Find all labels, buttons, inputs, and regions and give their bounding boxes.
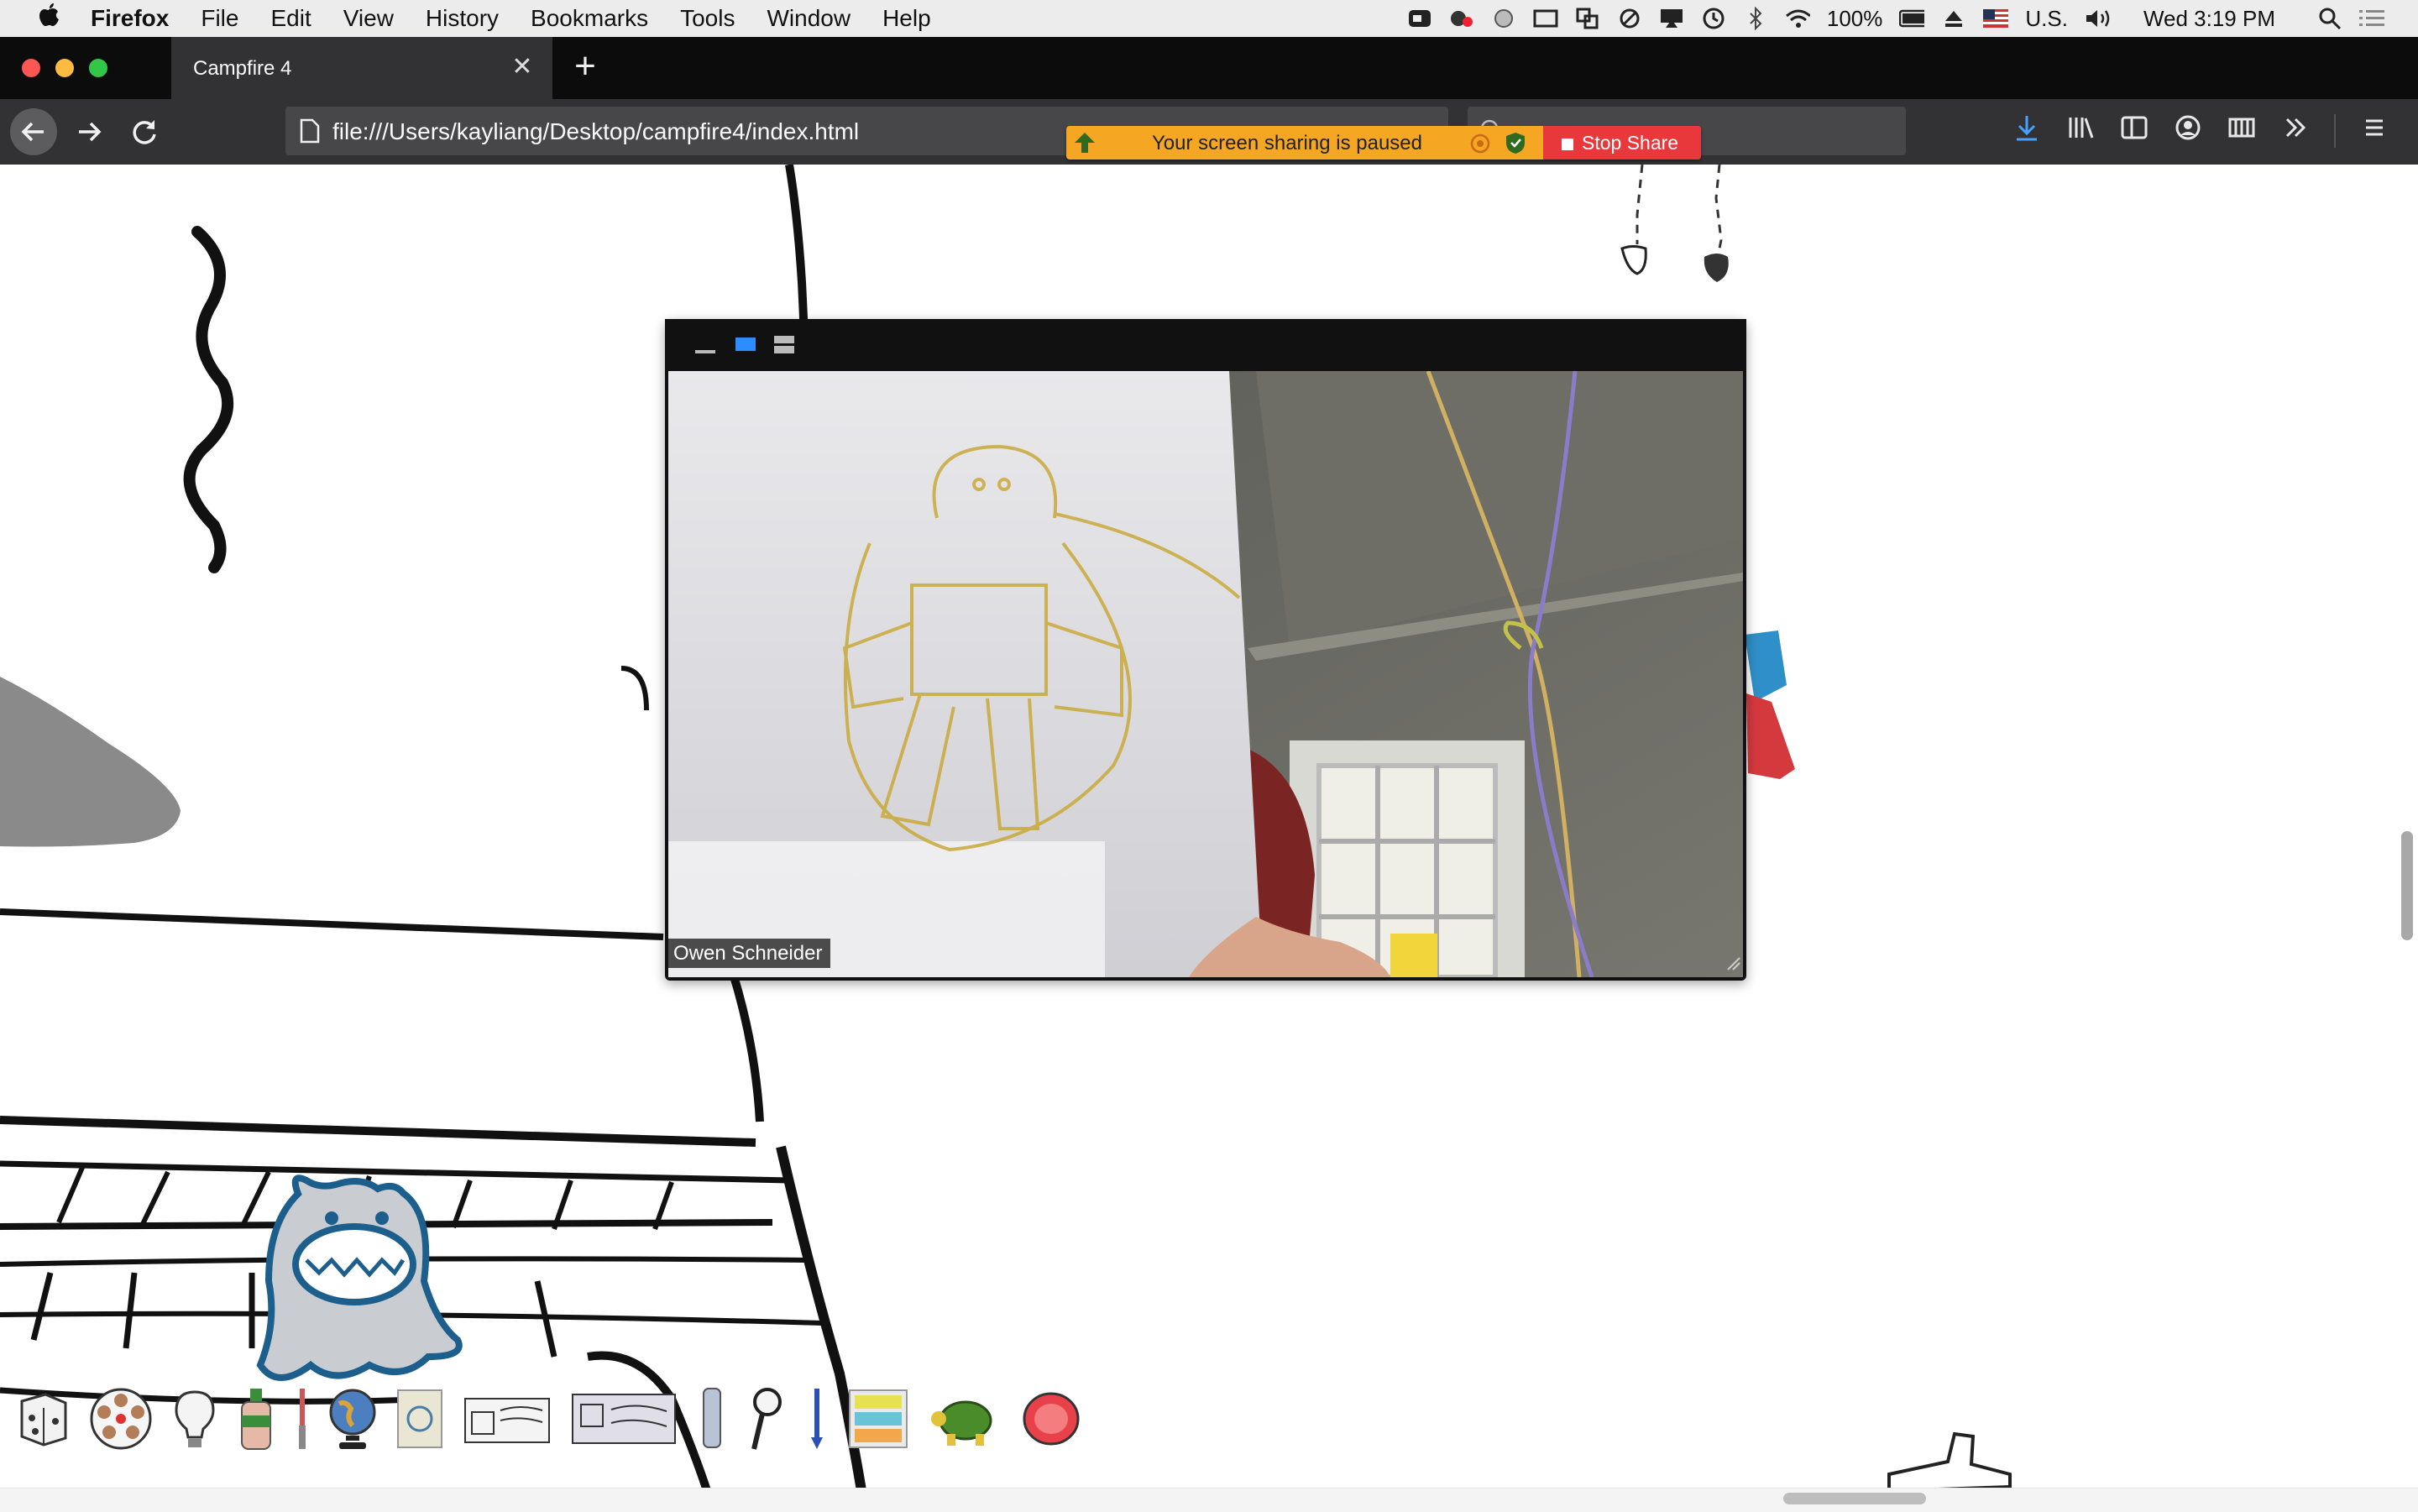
input-source-label[interactable]: U.S. bbox=[2025, 6, 2068, 32]
zoom-window-button[interactable] bbox=[89, 59, 107, 77]
time-machine-icon[interactable] bbox=[1701, 6, 1726, 31]
tube-icon[interactable] bbox=[695, 1387, 729, 1451]
photo-wheel-icon[interactable] bbox=[87, 1387, 154, 1451]
security-shield-icon bbox=[1505, 131, 1526, 159]
menu-history[interactable]: History bbox=[426, 5, 499, 32]
extensions-grid-icon[interactable] bbox=[2227, 112, 2257, 150]
reload-button[interactable] bbox=[121, 108, 168, 155]
participant-video bbox=[668, 371, 1743, 977]
bluetooth-icon[interactable] bbox=[1743, 6, 1768, 31]
toolbar-divider bbox=[2334, 114, 2336, 148]
object-tray bbox=[0, 1377, 1241, 1461]
gallery-view-icon[interactable] bbox=[774, 336, 796, 360]
zoom-video-icon[interactable] bbox=[1407, 6, 1432, 31]
pen-icon[interactable] bbox=[804, 1387, 830, 1451]
macos-menu-bar: Firefox File Edit View History Bookmarks… bbox=[0, 0, 2418, 37]
drag-handle-icon[interactable] bbox=[1075, 131, 1096, 159]
dice-icon[interactable] bbox=[15, 1387, 71, 1451]
wifi-icon[interactable] bbox=[1785, 6, 1810, 31]
spotlight-search-icon[interactable] bbox=[2317, 6, 2342, 31]
soccer-ball-icon[interactable] bbox=[1491, 6, 1516, 31]
tab-campfire[interactable]: Campfire 4 ✕ bbox=[171, 37, 552, 99]
menu-bookmarks[interactable]: Bookmarks bbox=[531, 5, 648, 32]
magnifier-icon[interactable] bbox=[746, 1387, 788, 1451]
overflow-chevron-icon[interactable] bbox=[2280, 112, 2311, 150]
account-icon[interactable] bbox=[2173, 112, 2203, 150]
menu-file[interactable]: File bbox=[201, 5, 238, 32]
new-tab-button[interactable]: + bbox=[564, 45, 606, 87]
minimize-video-icon[interactable] bbox=[695, 344, 717, 359]
horizontal-scrollbar[interactable] bbox=[1783, 1493, 1926, 1504]
forward-button[interactable] bbox=[65, 108, 113, 155]
fruit-icon[interactable] bbox=[1019, 1387, 1083, 1451]
us-flag-icon bbox=[1983, 6, 2009, 31]
video-window-header[interactable] bbox=[665, 319, 1746, 369]
library-icon[interactable] bbox=[2065, 112, 2096, 150]
browser-tab-strip: Campfire 4 ✕ + bbox=[0, 37, 2418, 99]
notification-center-icon[interactable] bbox=[2359, 6, 2384, 31]
url-text: file:///Users/kayliang/Desktop/campfire4… bbox=[332, 118, 860, 144]
bottle-icon[interactable] bbox=[235, 1387, 277, 1451]
stop-share-button[interactable]: Stop Share bbox=[1543, 126, 1701, 160]
volume-icon[interactable] bbox=[2085, 6, 2110, 31]
sticky-notes-icon[interactable] bbox=[846, 1387, 910, 1451]
turtle-icon[interactable] bbox=[927, 1387, 1002, 1451]
video-feed-image bbox=[668, 371, 1743, 977]
do-not-disturb-icon[interactable] bbox=[1617, 6, 1642, 31]
participant-name: Owen Schneider bbox=[665, 939, 831, 968]
resize-handle-icon[interactable] bbox=[1725, 955, 1741, 976]
hamburger-menu-icon[interactable] bbox=[2359, 112, 2389, 150]
globe-icon[interactable] bbox=[327, 1387, 378, 1451]
sidebar-icon[interactable] bbox=[2119, 112, 2149, 150]
close-window-button[interactable] bbox=[22, 59, 40, 77]
apple-menu-icon[interactable] bbox=[32, 2, 65, 35]
stop-share-label: Stop Share bbox=[1582, 132, 1679, 154]
participant-name-tag: Owen Schneider bbox=[665, 939, 831, 968]
menu-edit[interactable]: Edit bbox=[270, 5, 311, 32]
recording-status-icon bbox=[1469, 133, 1491, 159]
horizontal-scroll-track bbox=[0, 1488, 2418, 1512]
tab-title: Campfire 4 bbox=[193, 57, 292, 80]
menu-window[interactable]: Window bbox=[767, 5, 850, 32]
downloads-icon[interactable] bbox=[2012, 112, 2042, 150]
app-menu[interactable]: Firefox bbox=[91, 5, 169, 32]
tab-close-icon[interactable]: ✕ bbox=[505, 50, 539, 84]
share-paused-message: Your screen sharing is paused bbox=[1152, 132, 1422, 154]
status-menus: 100% U.S. Wed 3:19 PM bbox=[1407, 0, 2418, 37]
menubar-clock[interactable]: Wed 3:19 PM bbox=[2143, 6, 2275, 32]
minimize-window-button[interactable] bbox=[55, 59, 74, 77]
battery-percent: 100% bbox=[1826, 5, 1883, 31]
menu-tools[interactable]: Tools bbox=[680, 5, 735, 32]
screens-icon[interactable] bbox=[1575, 6, 1600, 31]
passport-icon[interactable] bbox=[395, 1387, 445, 1451]
single-view-icon[interactable] bbox=[735, 337, 757, 358]
vertical-scrollbar[interactable] bbox=[2401, 831, 2413, 940]
battery-icon[interactable] bbox=[1899, 6, 1925, 31]
back-button[interactable] bbox=[10, 108, 57, 155]
stop-square-icon bbox=[1562, 139, 1573, 150]
screen-share-notice[interactable]: Your screen sharing is paused Stop Share bbox=[1066, 126, 1701, 160]
toolbar-actions bbox=[2012, 107, 2389, 154]
brush-icon[interactable] bbox=[294, 1387, 311, 1451]
menu-help[interactable]: Help bbox=[882, 5, 931, 32]
badge-card-icon[interactable] bbox=[569, 1387, 678, 1451]
menu-view[interactable]: View bbox=[343, 5, 394, 32]
airplay-icon[interactable] bbox=[1659, 6, 1684, 31]
lightbulb-icon[interactable] bbox=[171, 1387, 218, 1451]
eject-icon[interactable] bbox=[1941, 6, 1966, 31]
window-icon[interactable] bbox=[1533, 6, 1558, 31]
video-call-window[interactable] bbox=[665, 319, 1746, 981]
student-card-icon[interactable] bbox=[462, 1387, 552, 1451]
cloud-sync-icon[interactable] bbox=[1449, 6, 1474, 31]
page-icon bbox=[299, 118, 321, 148]
